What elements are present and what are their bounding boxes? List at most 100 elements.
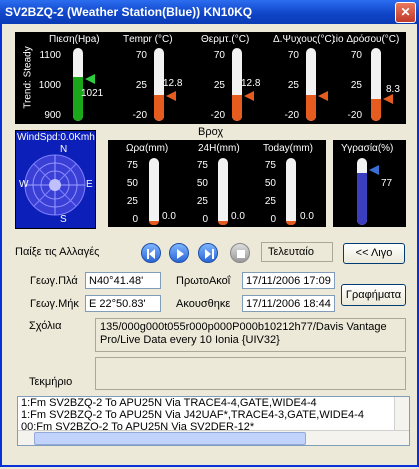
rain-24h-tube [218,158,228,225]
rain-panel: Ωρα(mm) 75 50 25 0 0.0 24H(mm) 75 50 25 … [108,140,326,227]
tick-label: 25 [213,80,225,91]
tick-label: 25 [350,80,362,91]
wind-speed-label: WindSpd:0.0Kmh [17,132,95,143]
lat-field[interactable]: N40°41.48' [85,272,161,289]
rain-today-tube [286,158,296,225]
rain-title: Βροχ [198,126,224,138]
tick-label: 70 [213,50,225,61]
humidity-fill [357,173,367,225]
tick-label: -20 [284,110,299,121]
evidence-label: Τεκμήριο [29,376,73,388]
tick-label: 75 [126,160,138,171]
compass-n: N [60,144,68,155]
rain-hour-tube [149,158,159,225]
tick-label: 50 [264,178,276,189]
tick-label: 25 [126,196,138,207]
tick-label: 0 [202,214,208,225]
temp-marker-icon [166,91,176,101]
tick-label: 1000 [38,80,61,91]
tick-label: 1100 [39,50,61,61]
graphs-button[interactable]: Γραφήματα [341,284,406,306]
tick-label: 50 [196,178,208,189]
log-line[interactable]: 1:Fm SV2BZQ-2 To APU25N Via TRACE4-4,GAT… [18,397,409,409]
first-heard-field[interactable]: 17/11/2006 17:09 [242,272,335,289]
tick-label: 25 [196,196,208,207]
tick-label: 0 [132,214,138,225]
thermal-fill [232,95,242,121]
rain-24h-fill [218,221,228,225]
vertical-scrollbar[interactable] [394,397,409,431]
last-heard-label: Ακουσθηκε [176,298,231,310]
humidity-label: Υγρασία(%) [341,143,394,154]
dewpoint-marker-icon [383,94,393,104]
gauge-label-dewpoint: :io Δρόσου(°C) [333,34,400,45]
pressure-fill [73,77,83,121]
gauge-label-temp: Τempr (°C) [123,34,173,45]
play-icon [177,249,184,259]
tick-label: 900 [44,110,61,121]
scroll-thumb[interactable] [34,432,306,445]
horizontal-scrollbar[interactable] [18,430,409,445]
rain-hour-value: 0.0 [162,211,176,222]
packet-log[interactable]: 1:Fm SV2BZQ-2 To APU25N Via TRACE4-4,GAT… [17,396,410,446]
rain-hour-label: Ωρα(mm) [126,143,169,154]
log-line[interactable]: 1:Fm SV2BZQ-2 To APU25N Via J42UAF*,TRAC… [18,409,409,421]
lon-label: Γεωγ.Μήκ [30,298,79,310]
comments-box[interactable]: 135/000g000t055r000p000P000b10212h77/Dav… [95,318,406,352]
rain-24h-label: 24H(mm) [198,143,240,154]
dewpoint-tube [371,48,381,121]
playback-label: Παίξε τις Αλλαγές [15,246,100,258]
last-heard-field[interactable]: 17/11/2006 18:44 [242,295,335,312]
tick-label: 25 [135,80,147,91]
skip-back-icon [147,249,155,259]
prev-button[interactable]: << Λιγο [343,243,405,264]
tick-label: 75 [264,160,276,171]
tick-label: 25 [287,80,299,91]
window-body: Trend: Steady Πιεση(Hpa) 1100 1000 900 1… [0,24,419,467]
lat-label: Γεωγ.Πλά [30,275,78,287]
window-title: SV2BZQ-2 (Weather Station(Blue)) KN10KQ [5,5,253,19]
stop-button[interactable] [230,243,250,263]
humidity-marker-icon [369,165,379,175]
pressure-marker-icon [85,74,95,84]
tick-label: -20 [347,110,362,121]
lon-field[interactable]: E 22°50.83' [85,295,161,312]
play-button[interactable] [169,243,189,263]
close-button[interactable]: ✕ [395,2,416,23]
gauge-label-pressure: Πιεση(Hpa) [49,34,100,45]
rain-today-value: 0.0 [300,211,314,222]
rain-today-fill [286,221,296,225]
compass-w: W [19,179,29,190]
gauge-label-windchill: Δ.Ψυχους(°C) [273,34,335,45]
tick-label: -20 [132,110,147,121]
comments-label: Σχόλια [29,320,62,332]
rain-24h-value: 0.0 [231,211,245,222]
title-bar[interactable]: SV2BZQ-2 (Weather Station(Blue)) KN10KQ … [0,0,419,24]
tick-label: 0 [270,214,276,225]
thermal-value: 12.8 [241,78,261,89]
stop-icon [237,250,245,258]
humidity-panel: Υγρασία(%) 77 [333,140,406,227]
trend-label: Trend: Steady [22,46,34,109]
humidity-tube [357,158,367,225]
temp-value: 12.8 [163,78,183,89]
skip-forward-icon [205,249,214,259]
pressure-tube [73,48,83,121]
rain-today-label: Today(mm) [263,143,314,154]
skip-forward-button[interactable] [198,243,218,263]
evidence-box[interactable] [95,357,406,390]
gauge-label-thermal: Θερμτ.(°C) [201,34,250,45]
tick-label: 70 [287,50,299,61]
skip-back-button[interactable] [141,243,161,263]
tick-label: -20 [210,110,225,121]
thermal-marker-icon [244,91,254,101]
top-gauges-panel: Trend: Steady Πιεση(Hpa) 1100 1000 900 1… [15,32,406,124]
windchill-marker-icon [318,91,328,101]
tick-label: 70 [350,50,362,61]
wind-panel: WindSpd:0.0Kmh N S W E [15,130,96,229]
windchill-fill [306,95,316,121]
tick-label: 75 [196,160,208,171]
last-field: Τελευταίο [261,242,333,262]
tick-label: 70 [135,50,147,61]
rain-hour-fill [149,221,159,225]
